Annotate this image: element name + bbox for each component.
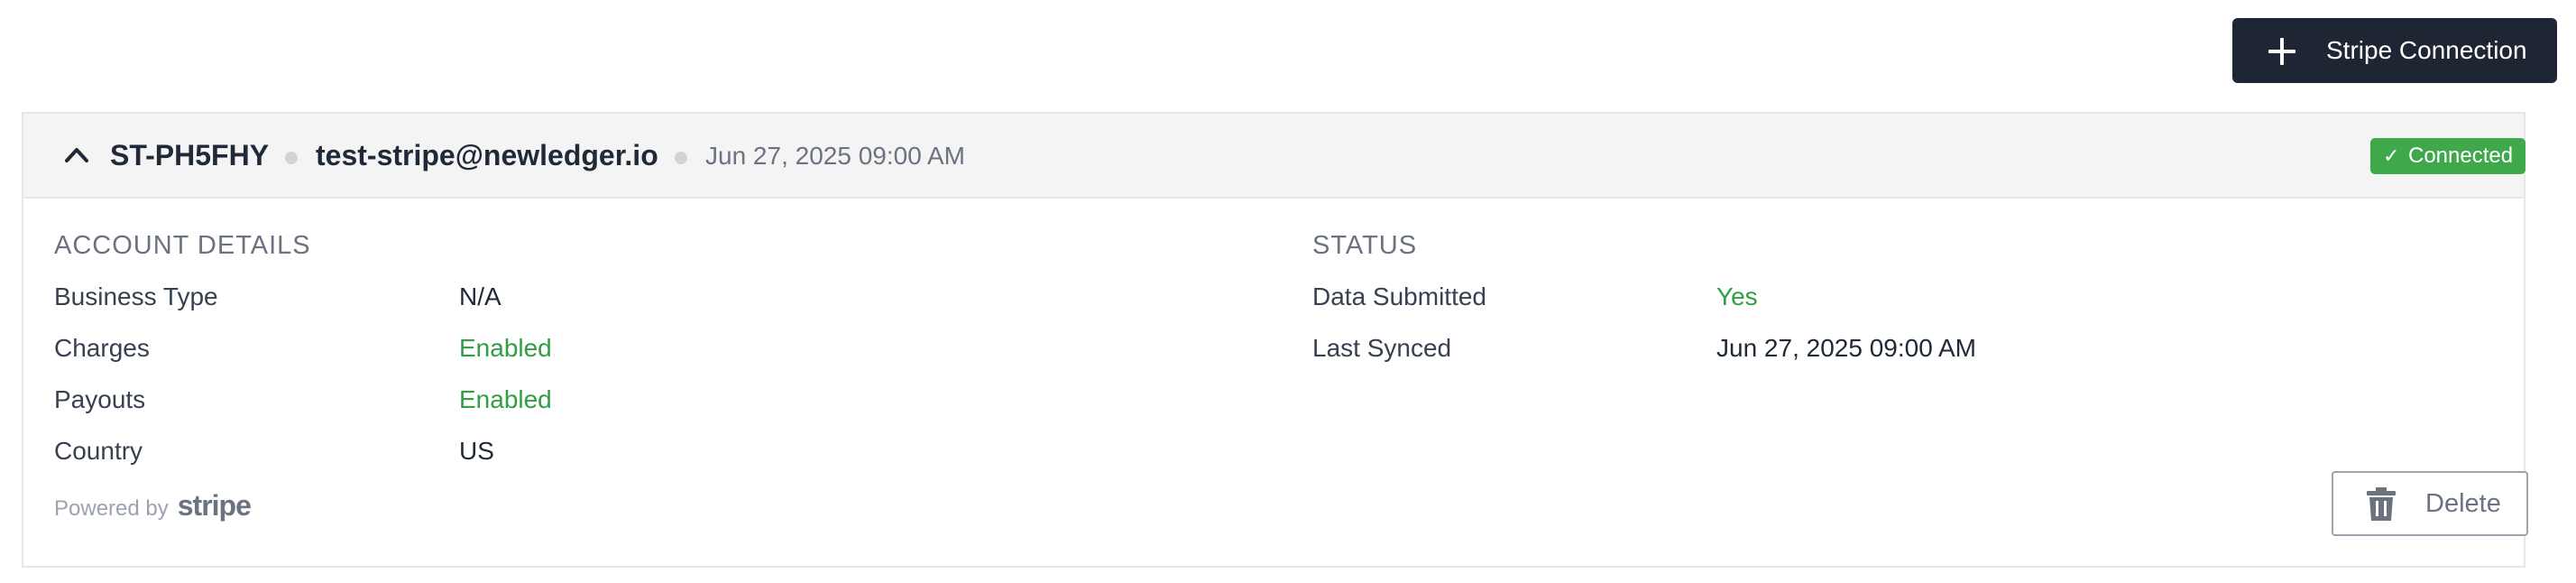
trash-icon — [2366, 487, 2397, 522]
detail-value-payouts: Enabled — [459, 385, 552, 413]
detail-value-country: US — [459, 437, 494, 465]
chevron-up-icon[interactable] — [63, 144, 90, 166]
stripe-connection-card: ST-PH5FHY test-stripe@newledger.io Jun 2… — [22, 112, 2528, 568]
status-badge: ✓ Connected — [2370, 138, 2525, 174]
status-label-data-submitted: Data Submitted — [1312, 282, 1486, 310]
detail-label-business-type: Business Type — [54, 282, 218, 310]
add-stripe-connection-button[interactable]: Stripe Connection — [2232, 18, 2557, 83]
status-badge-label: Connected — [2408, 143, 2514, 168]
add-button-label: Stripe Connection — [2326, 36, 2527, 64]
detail-label-payouts: Payouts — [54, 385, 146, 413]
check-icon: ✓ — [2383, 144, 2400, 167]
stripe-logo: stripe — [177, 489, 252, 522]
powered-by-label: Powered by — [54, 496, 169, 521]
status-label-last-synced: Last Synced — [1312, 334, 1452, 362]
delete-button[interactable]: Delete — [2332, 471, 2528, 536]
separator-dot — [675, 152, 687, 164]
status-title: STATUS — [1312, 231, 1418, 260]
detail-value-business-type: N/A — [459, 282, 501, 310]
detail-value-charges: Enabled — [459, 334, 552, 362]
status-value-data-submitted: Yes — [1716, 282, 1758, 310]
plus-icon — [2268, 38, 2295, 65]
separator-dot — [285, 152, 298, 164]
account-email: test-stripe@newledger.io — [316, 139, 658, 171]
detail-label-country: Country — [54, 437, 143, 465]
status-value-last-synced: Jun 27, 2025 09:00 AM — [1716, 334, 1976, 362]
delete-button-label: Delete — [2425, 489, 2501, 518]
connection-header[interactable]: ST-PH5FHY test-stripe@newledger.io Jun 2… — [23, 114, 2525, 199]
connection-date: Jun 27, 2025 09:00 AM — [705, 142, 965, 170]
detail-label-charges: Charges — [54, 334, 150, 362]
account-details-title: ACCOUNT DETAILS — [54, 231, 311, 260]
account-id: ST-PH5FHY — [110, 139, 270, 171]
powered-by-stripe: Powered by stripe — [54, 489, 252, 523]
